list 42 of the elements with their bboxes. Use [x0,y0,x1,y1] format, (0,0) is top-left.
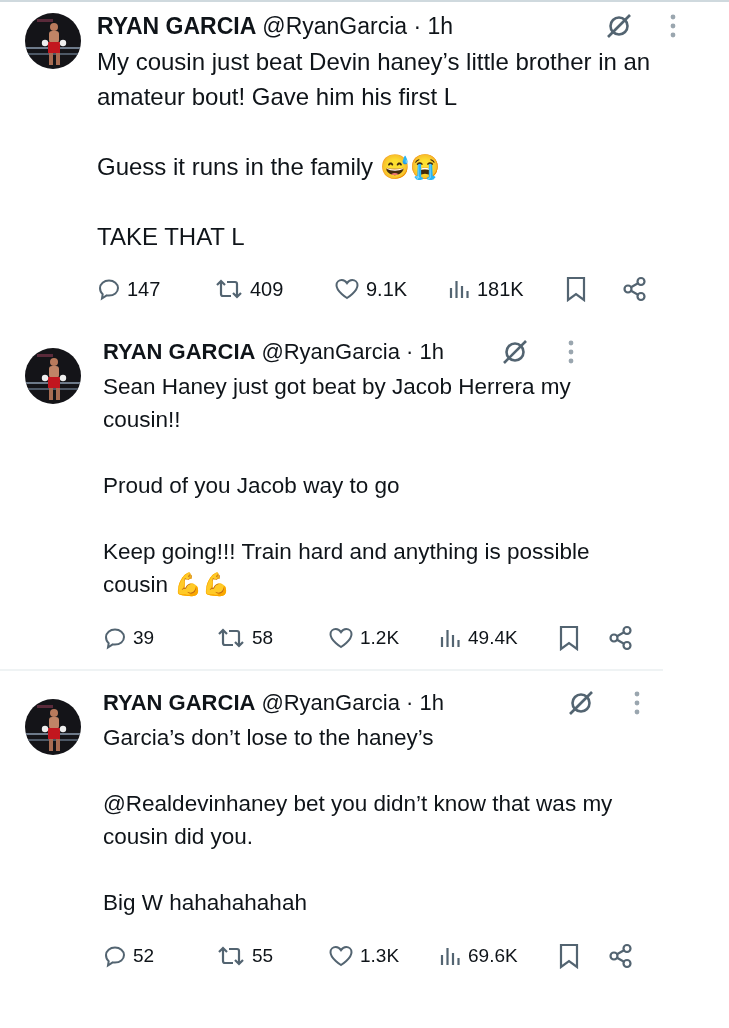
repost-count: 58 [252,627,274,649]
repost-count: 409 [250,277,284,301]
tweet-text: TAKE THAT L [97,222,246,252]
heart-icon[interactable] [334,277,360,301]
bookmark-icon[interactable] [558,625,580,651]
tweet-text: My cousin just beat Devin haney’s little brother in an amateur bout! Gave him his first L [97,47,652,112]
bookmark-icon[interactable] [565,276,587,302]
handle-time: @RyanGarcia · 1h [261,690,444,716]
tweet-text: Keep going!!! Train hard and anything is possible cousin 💪💪 [103,538,591,599]
share-icon[interactable] [622,276,648,302]
view-count: 181K [477,277,524,301]
bookmark-icon[interactable] [558,943,580,969]
share-icon[interactable] [608,943,634,969]
tweet-text: Guess it runs in the family 😅😭 [97,152,441,182]
heart-icon[interactable] [328,944,354,968]
view-count: 69.6K [468,945,518,967]
author-name[interactable]: RYAN GARCIA [103,339,256,365]
reply-icon[interactable] [103,626,127,650]
like-count: 1.3K [360,945,400,967]
repost-icon[interactable] [214,277,244,301]
repost-icon[interactable] [216,944,246,968]
reply-icon[interactable] [103,944,127,968]
repost-icon[interactable] [216,626,246,650]
reply-count: 39 [133,627,155,649]
tweet-text: @Realdevinhaney bet you didn’t know that was my cousin did you. [103,790,614,851]
repost-count: 55 [252,945,274,967]
handle-time: @RyanGarcia · 1h [261,339,444,365]
share-icon[interactable] [608,625,634,651]
tweet-text: Sean Haney just got beat by Jacob Herrera my cousin!! [103,373,572,434]
tweet-text: Proud of you Jacob way to go [103,472,401,500]
tweet-text: Garcia’s don’t lose to the haney’s [103,724,435,752]
author-name[interactable]: RYAN GARCIA [97,12,257,40]
reply-count: 147 [127,277,161,301]
reply-icon[interactable] [97,277,121,301]
like-count: 9.1K [366,277,408,301]
heart-icon[interactable] [328,626,354,650]
reply-count: 52 [133,945,155,967]
handle-time: @RyanGarcia · 1h [262,12,454,40]
view-count: 49.4K [468,627,518,649]
like-count: 1.2K [360,627,400,649]
author-name[interactable]: RYAN GARCIA [103,690,256,716]
tweet-text: Big W hahahahahah [103,889,308,917]
